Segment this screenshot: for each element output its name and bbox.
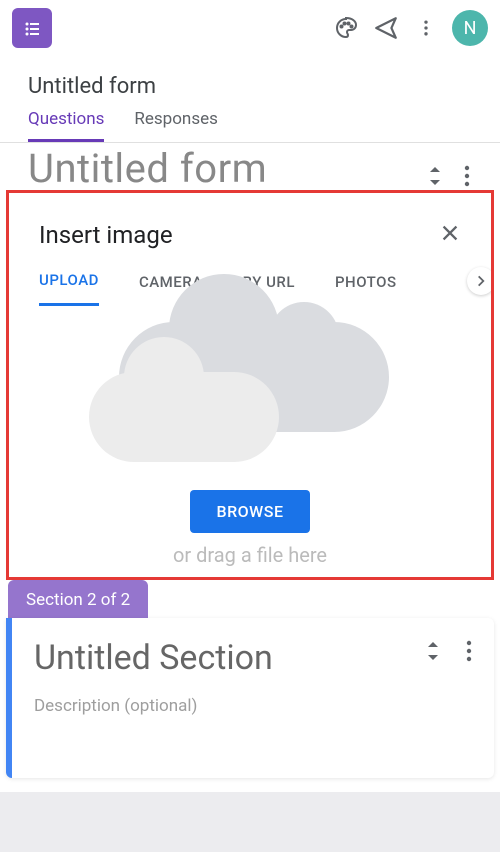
bottom-toolbar	[0, 792, 500, 852]
cloud-illustration	[9, 312, 491, 462]
send-icon[interactable]	[366, 8, 406, 48]
close-icon[interactable]	[439, 222, 461, 248]
section-more-icon[interactable]	[466, 640, 472, 666]
more-icon[interactable]	[406, 8, 446, 48]
section-chip: Section 2 of 2	[8, 580, 148, 620]
avatar[interactable]: N	[452, 10, 488, 46]
form-title[interactable]: Untitled form	[0, 143, 500, 192]
scroll-right-icon[interactable]	[467, 267, 494, 295]
browse-button[interactable]: BROWSE	[190, 490, 309, 533]
section-2-card[interactable]: Untitled Section Description (optional)	[6, 618, 494, 778]
section-description[interactable]: Description (optional)	[34, 696, 472, 716]
palette-icon[interactable]	[326, 8, 366, 48]
tab-responses[interactable]: Responses	[134, 109, 217, 142]
collapse-icon[interactable]	[428, 165, 442, 187]
modal-title: Insert image	[39, 221, 173, 249]
section1-more-icon[interactable]	[464, 165, 470, 187]
upload-dropzone[interactable]: BROWSE or drag a file here	[9, 306, 491, 567]
section-collapse-icon[interactable]	[426, 640, 440, 666]
tab-photos[interactable]: PHOTOS	[335, 273, 397, 305]
section-title[interactable]: Untitled Section	[34, 638, 472, 678]
forms-app-icon[interactable]	[12, 8, 52, 48]
tab-upload[interactable]: UPLOAD	[39, 271, 99, 306]
tab-questions[interactable]: Questions	[28, 109, 104, 142]
insert-image-modal: Insert image UPLOAD CAMERA BY URL PHOTOS…	[6, 190, 494, 580]
doc-title[interactable]: Untitled form	[0, 56, 500, 109]
drag-hint: or drag a file here	[9, 543, 491, 567]
